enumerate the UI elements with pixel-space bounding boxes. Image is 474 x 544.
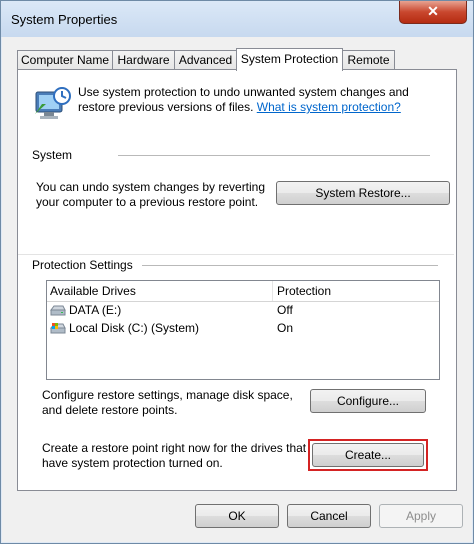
configure-button[interactable]: Configure...	[310, 389, 426, 413]
column-protection[interactable]: Protection	[277, 284, 331, 298]
tab-remote[interactable]: Remote	[342, 50, 395, 69]
tab-system-protection[interactable]: System Protection	[236, 48, 343, 71]
ok-button[interactable]: OK	[195, 504, 279, 528]
drive-icon	[50, 305, 66, 316]
drives-list[interactable]: Available Drives Protection DATA (E:) Of…	[46, 280, 440, 380]
system-restore-button[interactable]: System Restore...	[276, 181, 450, 205]
close-button[interactable]: ✕	[399, 1, 467, 24]
drive-protection-status: On	[277, 321, 294, 335]
dialog-button-bar: OK Cancel Apply	[1, 497, 473, 543]
protection-section-divider	[142, 265, 438, 266]
intro-text: Use system protection to undo unwanted s…	[78, 85, 448, 115]
create-description: Create a restore point right now for the…	[42, 441, 307, 470]
window-title: System Properties	[11, 12, 118, 27]
close-icon: ✕	[427, 3, 439, 19]
system-section-divider	[118, 155, 430, 156]
drives-list-header: Available Drives Protection	[47, 281, 439, 302]
drive-row-local-disk[interactable]: Local Disk (C:) (System) On	[47, 319, 439, 337]
configure-description: Configure restore settings, manage disk …	[42, 388, 293, 417]
title-bar[interactable]: System Properties ✕	[1, 1, 473, 37]
system-protection-icon	[35, 87, 71, 119]
what-is-system-protection-link[interactable]: What is system protection?	[257, 100, 401, 114]
system-drive-icon	[50, 323, 66, 334]
protection-settings-heading: Protection Settings	[32, 258, 137, 272]
tab-hardware[interactable]: Hardware	[112, 50, 175, 69]
column-separator[interactable]	[272, 281, 273, 301]
tab-computer-name[interactable]: Computer Name	[17, 50, 113, 69]
system-section-heading: System	[32, 148, 77, 162]
tab-strip: Computer Name Hardware Advanced System P…	[17, 48, 457, 71]
system-properties-window: System Properties ✕ Computer Name Hardwa…	[0, 0, 474, 544]
create-button-highlight	[308, 439, 428, 471]
drive-protection-status: Off	[277, 303, 293, 317]
column-available-drives[interactable]: Available Drives	[50, 284, 136, 298]
apply-button[interactable]: Apply	[379, 504, 463, 528]
system-restore-description: You can undo system changes by reverting…	[36, 180, 266, 209]
system-protection-panel: Use system protection to undo unwanted s…	[17, 69, 457, 491]
cancel-button[interactable]: Cancel	[287, 504, 371, 528]
tab-advanced[interactable]: Advanced	[174, 50, 237, 69]
drive-name: DATA (E:)	[69, 303, 122, 317]
drive-row-data[interactable]: DATA (E:) Off	[47, 301, 439, 319]
panel-separator	[18, 254, 454, 255]
drive-name: Local Disk (C:) (System)	[69, 321, 200, 335]
